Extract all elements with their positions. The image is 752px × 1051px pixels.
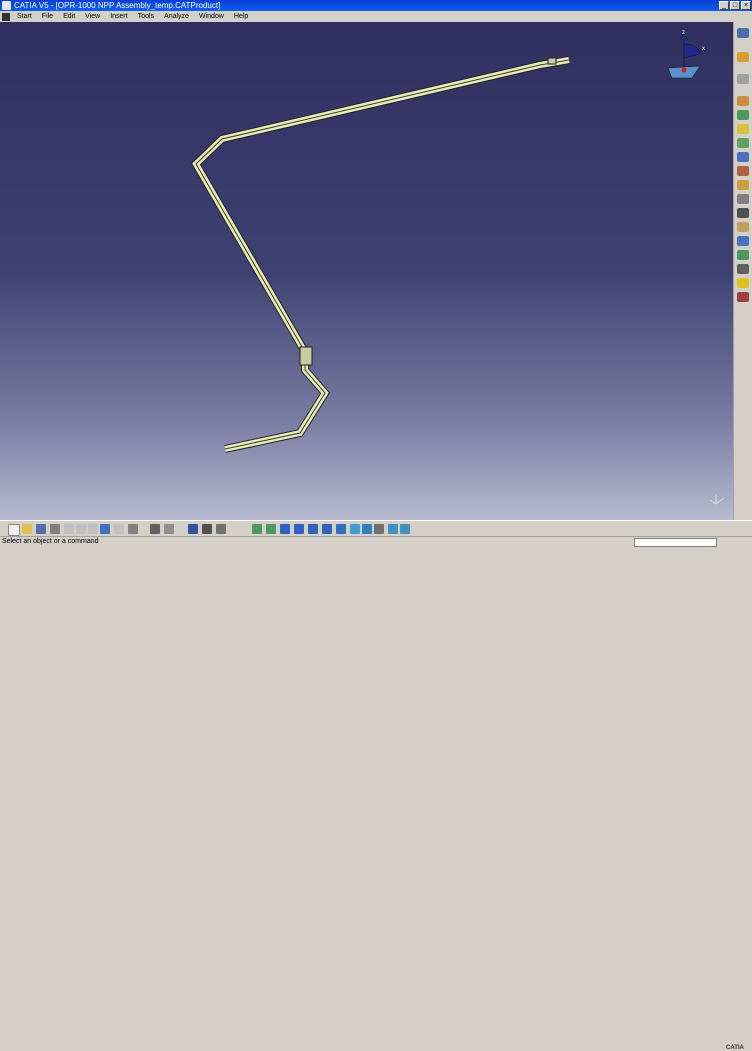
contact-constraint-icon[interactable] (737, 292, 749, 302)
shading-icon[interactable] (362, 524, 372, 534)
pan-icon[interactable] (280, 524, 290, 534)
menu-insert[interactable]: Insert (105, 13, 133, 20)
3d-viewport[interactable]: z x (0, 22, 733, 520)
copy-icon[interactable] (76, 524, 86, 534)
replace-component-icon[interactable] (737, 138, 749, 148)
status-message: Select an object or a command (2, 538, 99, 545)
whats-this-icon[interactable] (128, 524, 138, 534)
close-button[interactable]: × (741, 1, 751, 10)
graph-tree-icon[interactable] (737, 152, 749, 162)
measure-icon[interactable] (216, 524, 226, 534)
menu-start[interactable]: Start (12, 13, 37, 20)
fast-multi-instantiation-icon[interactable] (737, 222, 749, 232)
document-icon[interactable] (2, 12, 10, 21)
explode-icon[interactable] (737, 264, 749, 274)
print-icon[interactable] (50, 524, 60, 534)
swap-visible-space-icon[interactable] (388, 524, 398, 534)
generate-numbering-icon[interactable] (737, 166, 749, 176)
maximize-button[interactable]: □ (730, 1, 740, 10)
snap-icon[interactable] (737, 250, 749, 260)
status-bar: Select an object or a command (0, 536, 752, 550)
zoom-out-icon[interactable] (322, 524, 332, 534)
window-title: CATIA V5 - [OPR-1000 NPP Assembly_temp.C… (14, 1, 221, 10)
paste-icon[interactable] (88, 524, 98, 534)
axis-triad-icon (709, 494, 725, 505)
open-icon[interactable] (22, 524, 32, 534)
menu-window[interactable]: Window (194, 13, 229, 20)
minimize-button[interactable]: _ (719, 1, 729, 10)
select-icon[interactable] (737, 52, 749, 62)
menu-tools[interactable]: Tools (133, 13, 159, 20)
new-document-icon[interactable] (8, 524, 20, 536)
svg-text:x: x (702, 46, 705, 52)
sectioning-icon[interactable] (202, 524, 212, 534)
pipe-outline (190, 56, 570, 453)
zoom-in-icon[interactable] (308, 524, 318, 534)
hide-show-icon[interactable] (374, 524, 384, 534)
menu-file[interactable]: File (37, 13, 58, 20)
rotate-icon[interactable] (294, 524, 304, 534)
title-bar: CATIA V5 - [OPR-1000 NPP Assembly_temp.C… (0, 0, 752, 11)
insert-component-icon[interactable] (737, 96, 749, 106)
window-controls: _ □ × (719, 1, 751, 10)
compass-icon[interactable]: z x (667, 30, 705, 79)
assembly-icon[interactable] (737, 74, 749, 84)
insert-product-icon[interactable] (737, 110, 749, 120)
catalog-icon[interactable] (188, 524, 198, 534)
constraint-icon[interactable] (737, 278, 749, 288)
existing-component-icon[interactable] (737, 124, 749, 134)
quick-view-icon[interactable] (350, 524, 360, 534)
multi-instantiation-icon[interactable] (737, 208, 749, 218)
fit-all-icon[interactable] (266, 524, 276, 534)
normal-view-icon[interactable] (336, 524, 346, 534)
pipe-fitting (299, 346, 313, 366)
catia-app-icon[interactable] (2, 1, 11, 10)
cut-icon[interactable] (64, 524, 74, 534)
menu-analyze[interactable]: Analyze (159, 13, 194, 20)
menu-bar: Start File Edit View Insert Tools Analyz… (0, 11, 752, 22)
command-input[interactable] (634, 538, 717, 547)
bottom-toolbar: CATIA (0, 520, 752, 1051)
catia-logo: CATIA (726, 1045, 744, 1051)
apply-material-icon[interactable] (400, 524, 410, 534)
svg-text:z: z (682, 30, 685, 36)
manipulation-icon[interactable] (737, 236, 749, 246)
formula-icon[interactable] (150, 524, 160, 534)
right-toolbar (733, 22, 752, 520)
menu-view[interactable]: View (80, 13, 105, 20)
manage-representations-icon[interactable] (737, 194, 749, 204)
menu-help[interactable]: Help (229, 13, 253, 20)
pipe-geometry[interactable]: z x (0, 22, 733, 520)
selective-load-icon[interactable] (737, 180, 749, 190)
menu-edit[interactable]: Edit (58, 13, 80, 20)
product-structure-icon[interactable] (737, 28, 749, 38)
redo-icon[interactable] (114, 524, 124, 534)
comment-icon[interactable] (164, 524, 174, 534)
pipe-end-fitting (547, 57, 557, 65)
fly-mode-icon[interactable] (252, 524, 262, 534)
save-icon[interactable] (36, 524, 46, 534)
undo-icon[interactable] (100, 524, 110, 534)
